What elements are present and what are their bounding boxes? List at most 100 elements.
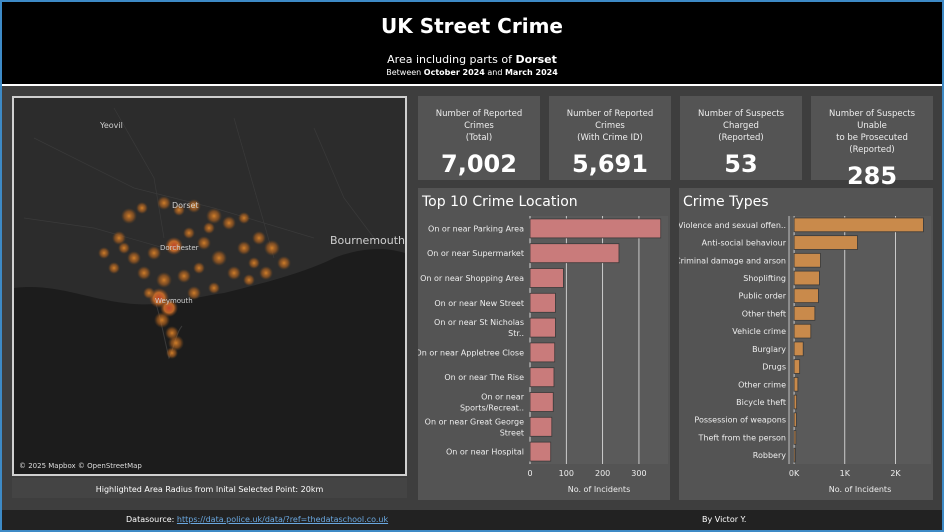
bar	[793, 359, 801, 374]
category-label: Public order	[738, 292, 786, 301]
kpi-value: 5,691	[572, 150, 648, 178]
bar	[793, 412, 797, 428]
x-axis-title: No. of Incidents	[829, 485, 892, 494]
tick-label: 2K	[890, 469, 901, 478]
category-label: Burglary	[752, 345, 786, 354]
author: By Victor Y.	[702, 515, 747, 524]
crime-heat-map[interactable]: Yeovil Dorset Dorchester Bournemouth Wey…	[12, 96, 407, 476]
map-label-bournemouth: Bournemouth	[330, 234, 405, 247]
tick-label: 0K	[789, 469, 800, 478]
map-caption: Highlighted Area Radius from Inital Sele…	[12, 478, 407, 498]
x-axis-title: No. of Incidents	[568, 485, 631, 494]
kpi-crimes-with-id: Number of Reported Crimes (With Crime ID)…	[549, 96, 671, 180]
bar	[529, 292, 556, 313]
bar	[529, 367, 555, 388]
category-label: Vehicle crime	[732, 327, 786, 336]
range-and: and	[487, 68, 503, 77]
kpi-label: Number of Suspects Unable to be Prosecute…	[828, 109, 915, 155]
datasource-link[interactable]: https://data.police.uk/data/?ref=thedata…	[177, 515, 388, 524]
category-label: Possession of weapons	[694, 416, 786, 425]
category-label: Str..	[508, 329, 524, 338]
kpi-value: 7,002	[441, 150, 517, 178]
datasource-label: Datasource:	[126, 515, 175, 524]
kpi-total-crimes: Number of Reported Crimes (Total) 7,002	[418, 96, 540, 180]
kpi-suspects-unable-prosecuted: Number of Suspects Unable to be Prosecute…	[811, 96, 933, 190]
tick-label: 1K	[840, 469, 851, 478]
category-label: On or near Appletree Close	[418, 348, 524, 357]
category-label: On or near St Nicholas	[434, 318, 524, 327]
date-range: Between October 2024 and March 2024	[2, 68, 942, 77]
category-label: Sports/Recreat..	[460, 404, 524, 413]
bar	[793, 376, 799, 392]
category-label: Drugs	[762, 363, 786, 372]
map-label-dorset: Dorset	[172, 201, 199, 210]
subtitle-prefix: Area including parts of	[387, 53, 512, 66]
kpi-label: Number of Reported Crimes (Total)	[435, 109, 523, 143]
range-end: March 2024	[504, 68, 558, 77]
bar	[793, 235, 858, 250]
kpi-value: 53	[724, 150, 758, 178]
category-label: Bicycle theft	[736, 398, 786, 407]
tick-label: 200	[595, 469, 610, 478]
bar	[793, 306, 816, 321]
category-label: On or near	[481, 393, 525, 402]
category-label: On or near The Rise	[444, 373, 524, 382]
bar	[529, 441, 552, 462]
map-attribution[interactable]: © 2025 Mapbox © OpenStreetMap	[19, 462, 142, 470]
category-label: Violence and sexual offen..	[679, 221, 786, 230]
tick-label: 0	[527, 469, 532, 478]
bar	[793, 394, 798, 410]
footer: Datasource: https://data.police.uk/data/…	[2, 510, 942, 530]
range-prefix: Between	[386, 68, 422, 77]
area-name: Dorset	[515, 53, 557, 66]
top-crime-locations-chart: 0 100 200 300 On or near Parking Area On or n…	[418, 216, 668, 494]
bar	[529, 342, 556, 363]
tick-label: 100	[559, 469, 574, 478]
bar	[529, 243, 620, 264]
category-label: On or near Parking Area	[428, 224, 524, 233]
datasource: Datasource: https://data.police.uk/data/…	[126, 510, 388, 530]
map-canvas[interactable]: Yeovil Dorset Dorchester Bournemouth Wey…	[14, 98, 405, 474]
map-label-weymouth: Weymouth	[155, 297, 193, 305]
crime-types-panel: Crime Types 0K 1K 2K Violence and sexual of…	[679, 188, 933, 500]
header: UK Street Crime Area including parts of …	[2, 2, 942, 84]
map-label-dorchester: Dorchester	[160, 244, 199, 252]
category-label: Criminal damage and arson	[679, 256, 786, 265]
bar	[793, 288, 819, 304]
category-label: Street	[500, 428, 524, 437]
bar	[793, 323, 812, 339]
category-label: On or near Great George	[425, 417, 524, 426]
category-label: On or near Shopping Area	[420, 274, 524, 283]
category-label: On or near Hospital	[446, 448, 524, 457]
bar	[793, 217, 924, 233]
crime-types-chart: 0K 1K 2K Violence and sexual offen.. Anti-so…	[679, 216, 931, 494]
bar	[529, 317, 556, 338]
bar	[529, 416, 553, 437]
subtitle: Area including parts of Dorset	[2, 53, 942, 66]
bar	[793, 270, 820, 286]
category-label: Theft from the person	[698, 433, 787, 442]
bar	[793, 447, 796, 463]
tick-label: 300	[631, 469, 646, 478]
map-label-yeovil: Yeovil	[99, 121, 123, 130]
top-crime-locations-panel: Top 10 Crime Location 0 100 200 300 On or ne…	[418, 188, 670, 500]
category-label: Robbery	[753, 451, 786, 460]
kpi-value: 285	[846, 162, 898, 190]
bar	[793, 341, 804, 357]
bar	[793, 430, 797, 445]
range-start: October 2024	[423, 68, 485, 77]
kpi-suspects-charged: Number of Suspects Charged (Reported) 53	[680, 96, 802, 180]
category-label: On or near New Street	[434, 299, 524, 308]
category-label: Shoplifting	[743, 274, 786, 283]
page-title: UK Street Crime	[381, 14, 563, 38]
bar	[529, 392, 554, 412]
bar	[529, 268, 564, 288]
category-label: On or near Supermarket	[427, 249, 524, 258]
bar	[529, 218, 662, 239]
kpi-label: Number of Suspects Charged (Reported)	[697, 109, 784, 143]
category-label: Anti-social behaviour	[702, 239, 787, 248]
category-label: Other crime	[738, 380, 786, 389]
kpi-label: Number of Reported Crimes (With Crime ID)	[566, 109, 654, 143]
bar	[793, 252, 821, 268]
category-label: Other theft	[742, 309, 786, 318]
